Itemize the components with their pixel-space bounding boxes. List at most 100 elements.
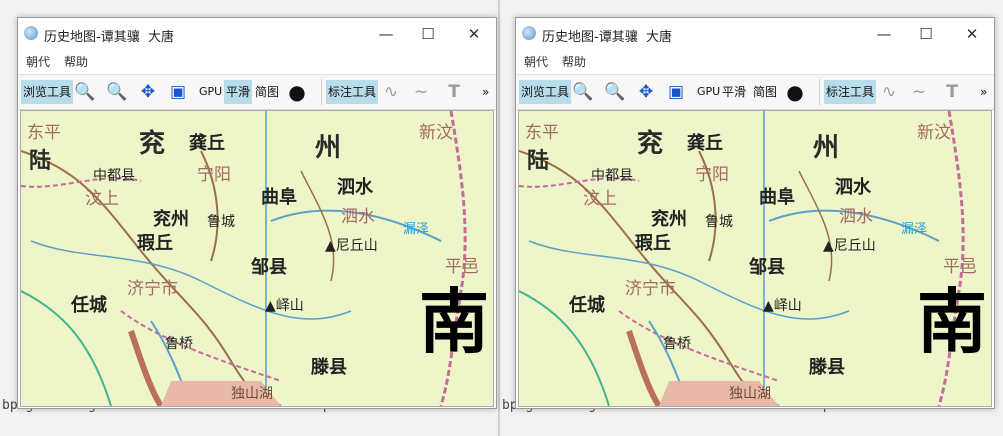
map-label-zouxian: 邹县 [251, 257, 287, 278]
map-label-gongqiu: 龚丘 [189, 133, 225, 154]
map-label-rencheng: 任城 [569, 295, 605, 316]
map-label-xinwen: 新汶 [419, 123, 453, 143]
map-label-xiaqiu: 瑕丘 [635, 233, 671, 254]
map-label-louze: 漏泽 [901, 222, 928, 237]
menu-dynasty[interactable]: 朝代 [524, 53, 548, 70]
map-label-lu: 陆 [527, 149, 550, 174]
zoom-in-icon[interactable]: 🔍 [603, 80, 627, 104]
minimize-icon[interactable]: — [371, 22, 401, 46]
map-label-jining: 济宁市 [625, 279, 676, 299]
zoom-in-icon[interactable]: 🔍 [105, 80, 129, 104]
map-label-yishan: ▲峄山 [763, 298, 802, 314]
map-label-dushanhu: 独山湖 [729, 386, 771, 402]
map-label-lu: 陆 [29, 149, 52, 174]
window-title: 历史地图-谭其骧 大唐 [542, 30, 672, 45]
map-label-xiaqiu: 瑕丘 [137, 233, 173, 254]
curve-icon[interactable]: ~ [409, 80, 433, 104]
map-label-zhou: 州 [813, 133, 840, 163]
map-label-pingyi: 平邑 [445, 257, 479, 277]
map-label-jining: 济宁市 [127, 279, 178, 299]
titlebar[interactable]: 历史地图-谭其骧 大唐 — ☐ ✕ [18, 18, 496, 50]
menu-help[interactable]: 帮助 [64, 53, 88, 70]
maximize-icon[interactable]: ☐ [413, 22, 443, 46]
smooth-toggle[interactable]: 平滑 [224, 80, 253, 104]
app-globe-icon [522, 26, 536, 40]
map-window-right: 历史地图-谭其骧 大唐 — ☐ ✕ 朝代 帮助 浏览工具 🔍 🔍 ✥ ▣ GPU… [515, 17, 995, 409]
simple-map-toggle[interactable]: 简图 [255, 80, 279, 104]
map-label-louze: 漏泽 [403, 222, 430, 237]
zoom-out-icon[interactable]: 🔍 [73, 80, 97, 104]
close-icon[interactable]: ✕ [459, 22, 489, 46]
map-label-tengxian: 滕县 [809, 357, 845, 378]
map-label-yishan: ▲峄山 [265, 298, 304, 314]
simple-map-toggle[interactable]: 简图 [753, 80, 777, 104]
map-label-wenshang: 汶上 [583, 189, 617, 209]
map-label-sishui: 泗水 [835, 177, 871, 198]
minimize-icon[interactable]: — [869, 22, 899, 46]
map-label-zhou: 州 [315, 133, 342, 163]
toolbar: 浏览工具 🔍 🔍 ✥ ▣ GPU 平滑 简图 ● 标注工具 ∿ ~ T » [516, 74, 994, 110]
map-label-qufu: 曲阜 [261, 187, 297, 208]
annotate-tools-button[interactable]: 标注工具 [824, 80, 877, 104]
smooth-toggle[interactable]: 平滑 [722, 80, 746, 104]
map-label-luqiao: 鲁桥 [663, 336, 691, 352]
map-label-sishui: 泗水 [337, 177, 373, 198]
text-tool-icon[interactable]: T [442, 80, 466, 104]
map-label-lucheng: 鲁城 [207, 214, 235, 230]
menubar: 朝代 帮助 [18, 50, 496, 72]
map-label-dongping: 东平 [525, 123, 559, 143]
map-label-ningyang: 宁阳 [695, 165, 729, 185]
curve-icon[interactable]: ~ [907, 80, 931, 104]
toolbar-overflow-button[interactable]: » [482, 80, 489, 104]
close-icon[interactable]: ✕ [957, 22, 987, 46]
toolbar: 浏览工具 🔍 🔍 ✥ ▣ GPU 平滑 简图 ● 标注工具 ∿ ~ T » [18, 74, 496, 110]
gpu-toggle[interactable]: GPU [697, 80, 720, 104]
browse-tools-button[interactable]: 浏览工具 [21, 80, 74, 104]
annotate-tools-button[interactable]: 标注工具 [326, 80, 379, 104]
map-label-pingyi: 平邑 [943, 257, 977, 277]
text-tool-icon[interactable]: T [940, 80, 964, 104]
browse-tools-button[interactable]: 浏览工具 [519, 80, 572, 104]
map-canvas[interactable]: 东平 陆 兖 龚丘 州 新汶 中都县 宁阳 汶上 曲阜 泗水 兖州 鲁城 泗水 … [518, 110, 992, 407]
fit-extent-icon[interactable]: ▣ [664, 80, 688, 104]
pane-divider [498, 0, 500, 436]
maximize-icon[interactable]: ☐ [911, 22, 941, 46]
map-label-sishui-river: 泗水 [341, 207, 375, 227]
toolbar-overflow-button[interactable]: » [980, 80, 987, 104]
map-label-dushanhu: 独山湖 [231, 386, 273, 402]
map-label-zhongdu: 中都县 [591, 168, 633, 184]
wave-line-icon[interactable]: ∿ [877, 80, 901, 104]
map-label-zhongdu: 中都县 [93, 168, 135, 184]
toolbar-separator [819, 79, 820, 105]
map-label-sishui-river: 泗水 [839, 207, 873, 227]
map-label-dongping: 东平 [27, 123, 61, 143]
menu-help[interactable]: 帮助 [562, 53, 586, 70]
menu-dynasty[interactable]: 朝代 [26, 53, 50, 70]
map-canvas[interactable]: 东平 陆 兖 龚丘 州 新汶 中都县 宁阳 汶上 曲阜 泗水 兖州 鲁城 泗水 … [20, 110, 494, 407]
map-label-niqiushan: ▲尼丘山 [325, 238, 378, 254]
map-label-wenshang: 汶上 [85, 189, 119, 209]
window-title: 历史地图-谭其骧 大唐 [44, 30, 174, 45]
pan-icon[interactable]: ✥ [634, 80, 658, 104]
map-label-gongqiu: 龚丘 [687, 133, 723, 154]
map-label-xinwen: 新汶 [917, 123, 951, 143]
wave-line-icon[interactable]: ∿ [379, 80, 403, 104]
map-label-tengxian: 滕县 [311, 357, 347, 378]
map-label-ningyang: 宁阳 [197, 165, 231, 185]
fit-extent-icon[interactable]: ▣ [166, 80, 190, 104]
map-label-qufu: 曲阜 [759, 187, 795, 208]
map-label-yan: 兖 [139, 129, 166, 159]
map-window-left: 历史地图-谭其骧 大唐 — ☐ ✕ 朝代 帮助 浏览工具 🔍 🔍 ✥ ▣ GPU… [17, 17, 497, 409]
map-label-nan: 南 [917, 281, 987, 363]
titlebar[interactable]: 历史地图-谭其骧 大唐 — ☐ ✕ [516, 18, 994, 50]
map-label-yan: 兖 [637, 129, 664, 159]
menubar: 朝代 帮助 [516, 50, 994, 72]
toolbar-separator [321, 79, 322, 105]
globe-ball-icon[interactable]: ● [285, 80, 309, 104]
map-label-nan: 南 [419, 281, 489, 363]
gpu-toggle[interactable]: GPU [199, 80, 222, 104]
zoom-out-icon[interactable]: 🔍 [571, 80, 595, 104]
pan-icon[interactable]: ✥ [136, 80, 160, 104]
map-label-yanzhou: 兖州 [153, 209, 189, 230]
globe-ball-icon[interactable]: ● [783, 80, 807, 104]
